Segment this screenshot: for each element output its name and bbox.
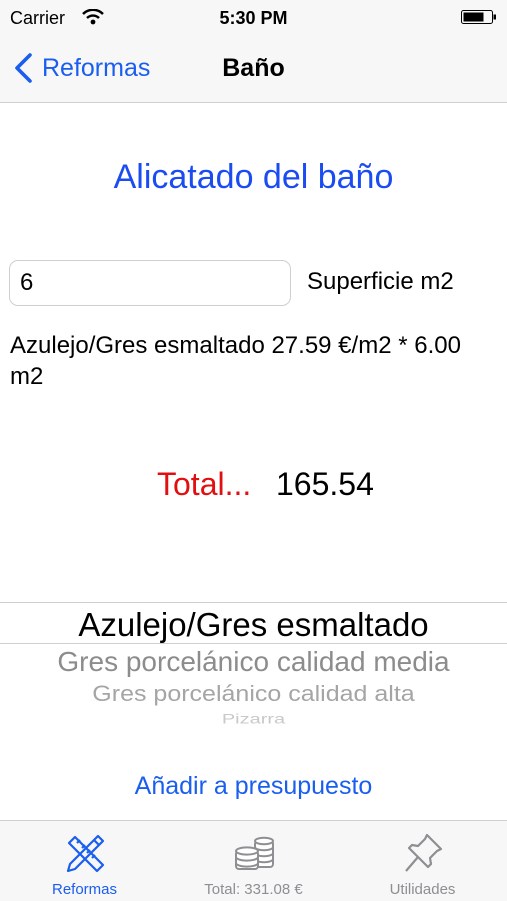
battery-icon — [461, 10, 496, 24]
tab-reformas[interactable]: Reformas — [0, 821, 169, 901]
picker-divider-top — [0, 602, 507, 603]
ruler-pencil-icon — [66, 834, 104, 873]
navigation-bar: Reformas Baño — [0, 34, 507, 103]
add-to-budget-button[interactable]: Añadir a presupuesto — [0, 772, 507, 801]
total-value: 165.54 — [276, 466, 374, 502]
tab-label: Total: 331.08 € — [204, 881, 303, 898]
picker-option[interactable]: Pizarra — [0, 711, 507, 727]
tab-bar: Reformas Total: 331.08 € Utilidades — [0, 820, 507, 901]
tab-label: Reformas — [51, 881, 118, 898]
surface-label: Superficie m2 — [307, 268, 454, 295]
picker-option-selected[interactable]: Azulejo/Gres esmaltado — [0, 606, 507, 644]
coins-icon — [234, 836, 274, 870]
section-heading: Alicatado del baño — [113, 158, 394, 196]
total-label: Total... — [157, 466, 252, 502]
status-bar: Carrier 5:30 PM — [0, 0, 507, 34]
page-title: Baño — [222, 54, 285, 82]
picker-option[interactable]: Gres porcelánico calidad media — [0, 646, 507, 678]
pushpin-icon — [404, 833, 442, 872]
surface-input[interactable]: 6 — [9, 260, 291, 306]
picker-option[interactable]: Gres porcelánico calidad alta — [0, 682, 507, 708]
tab-utilidades[interactable]: Utilidades — [338, 821, 507, 901]
tab-total[interactable]: Total: 331.08 € — [169, 821, 338, 901]
tab-label: Utilidades — [389, 881, 456, 898]
clock: 5:30 PM — [219, 8, 288, 28]
material-picker[interactable]: Azulejo/Gres esmaltado Gres porcelánico … — [0, 602, 507, 730]
calculation-text: Azulejo/Gres esmaltado 27.59 €/m2 * 6.00… — [10, 332, 461, 390]
